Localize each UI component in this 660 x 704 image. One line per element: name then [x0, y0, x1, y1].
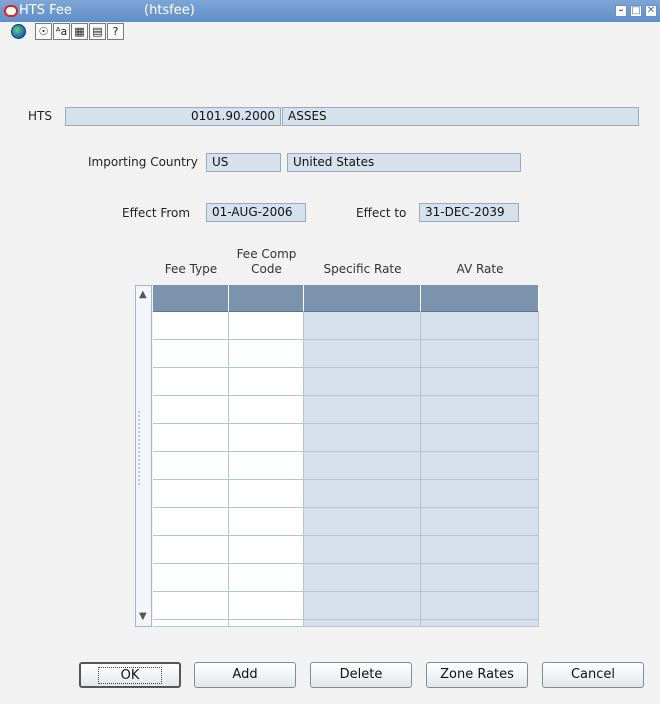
- table-cell[interactable]: [421, 592, 539, 620]
- table-cell[interactable]: [304, 396, 421, 424]
- table-cell[interactable]: [304, 340, 421, 368]
- table-cell[interactable]: [153, 340, 229, 368]
- vertical-scrollbar[interactable]: ▲ ▼: [135, 285, 152, 627]
- table-cell[interactable]: [229, 396, 304, 424]
- maximize-icon[interactable]: □: [630, 5, 642, 17]
- question-icon[interactable]: ?: [107, 23, 124, 40]
- table-cell[interactable]: [229, 312, 304, 340]
- table-header-cell: [153, 285, 229, 312]
- table-cell[interactable]: [421, 536, 539, 564]
- table-cell[interactable]: [421, 564, 539, 592]
- table-cell[interactable]: [229, 452, 304, 480]
- zone-rates-button[interactable]: Zone Rates: [426, 662, 528, 688]
- notes-icon[interactable]: ▤: [89, 23, 106, 40]
- table-cell[interactable]: [229, 368, 304, 396]
- table-cell[interactable]: [304, 536, 421, 564]
- table-cell[interactable]: [421, 312, 539, 340]
- table-cell[interactable]: [304, 508, 421, 536]
- table-header-cell: [421, 285, 539, 312]
- hts-code-field[interactable]: 0101.90.2000: [65, 107, 281, 126]
- table-cell[interactable]: [421, 396, 539, 424]
- table-cell[interactable]: [421, 452, 539, 480]
- table-cell[interactable]: [153, 508, 229, 536]
- fee-table: [153, 285, 539, 627]
- toolbar: ☉ ᴬa ▦ ▤ ?: [0, 22, 660, 44]
- table-cell[interactable]: [229, 340, 304, 368]
- help-circle-icon[interactable]: ☉: [35, 23, 52, 40]
- table-cell[interactable]: [153, 592, 229, 620]
- table-cell[interactable]: [304, 312, 421, 340]
- importing-country-label: Importing Country: [88, 155, 198, 169]
- table-cell[interactable]: [153, 620, 229, 627]
- table-cell[interactable]: [229, 508, 304, 536]
- table-cell[interactable]: [153, 536, 229, 564]
- column-header-fee-type: Fee Type: [164, 262, 218, 276]
- table-cell[interactable]: [421, 508, 539, 536]
- country-name-field[interactable]: United States: [287, 153, 521, 172]
- font-aa-icon[interactable]: ᴬa: [53, 23, 70, 40]
- column-header-av-rate: AV Rate: [456, 262, 504, 276]
- minimize-icon[interactable]: –: [615, 5, 627, 17]
- table-header-cell: [229, 285, 304, 312]
- table-cell[interactable]: [229, 480, 304, 508]
- effect-to-label: Effect to: [356, 206, 407, 220]
- scroll-up-icon[interactable]: ▲: [139, 290, 147, 300]
- table-cell[interactable]: [421, 480, 539, 508]
- scroll-thumb-grip[interactable]: [138, 411, 150, 485]
- table-cell[interactable]: [304, 452, 421, 480]
- globe-icon[interactable]: [11, 24, 26, 39]
- table-cell[interactable]: [304, 564, 421, 592]
- table-cell[interactable]: [229, 592, 304, 620]
- column-header-specific-rate: Specific Rate: [323, 262, 402, 276]
- table-cell[interactable]: [229, 564, 304, 592]
- table-cell[interactable]: [304, 592, 421, 620]
- effect-to-field[interactable]: 31-DEC-2039: [419, 203, 519, 222]
- table-cell[interactable]: [153, 452, 229, 480]
- table-header-cell: [304, 285, 421, 312]
- effect-from-field[interactable]: 01-AUG-2006: [206, 203, 306, 222]
- window-title: HTS Fee: [19, 3, 72, 18]
- ok-button-label: OK: [97, 667, 163, 684]
- delete-button[interactable]: Delete: [310, 662, 412, 688]
- table-cell[interactable]: [421, 424, 539, 452]
- table-cell[interactable]: [229, 536, 304, 564]
- table-cell[interactable]: [304, 620, 421, 627]
- table-cell[interactable]: [153, 564, 229, 592]
- table-cell[interactable]: [153, 480, 229, 508]
- table-cell[interactable]: [304, 424, 421, 452]
- title-bar[interactable]: HTS Fee (htsfee) – □ ✕: [0, 0, 660, 22]
- table-cell[interactable]: [153, 424, 229, 452]
- table-cell[interactable]: [153, 368, 229, 396]
- table-cell[interactable]: [421, 620, 539, 627]
- cancel-button[interactable]: Cancel: [542, 662, 644, 688]
- table-cell[interactable]: [304, 368, 421, 396]
- column-header-fee-comp-code: Fee Comp Code: [236, 247, 297, 276]
- table-cell[interactable]: [153, 396, 229, 424]
- form-name: (htsfee): [144, 3, 195, 18]
- calendar-icon[interactable]: ▦: [71, 23, 88, 40]
- close-icon[interactable]: ✕: [645, 5, 657, 17]
- table-cell[interactable]: [421, 340, 539, 368]
- table-cell[interactable]: [304, 480, 421, 508]
- scroll-down-icon[interactable]: ▼: [139, 612, 147, 622]
- effect-from-label: Effect From: [122, 206, 191, 220]
- oracle-logo-icon: [4, 5, 18, 17]
- hts-label: HTS: [28, 109, 52, 123]
- hts-fee-window: HTS Fee (htsfee) – □ ✕ ☉ ᴬa ▦ ▤ ? HTS 01…: [0, 0, 660, 704]
- table-cell[interactable]: [153, 312, 229, 340]
- table-cell[interactable]: [229, 424, 304, 452]
- table-cell[interactable]: [421, 368, 539, 396]
- country-code-field[interactable]: US: [206, 153, 281, 172]
- hts-description-field[interactable]: ASSES: [282, 107, 639, 126]
- add-button[interactable]: Add: [194, 662, 296, 688]
- table-cell[interactable]: [229, 620, 304, 627]
- ok-button[interactable]: OK: [79, 662, 181, 688]
